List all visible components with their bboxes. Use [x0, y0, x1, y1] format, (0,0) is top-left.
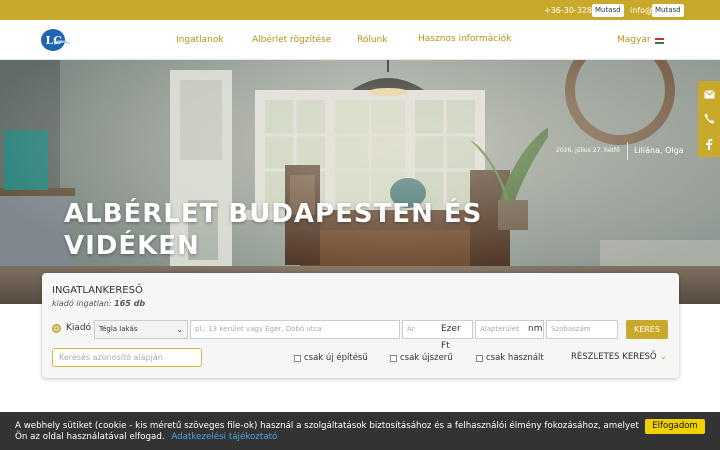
hero-background-image — [0, 60, 720, 304]
svg-text:LC: LC — [46, 34, 63, 47]
date-separator — [627, 142, 628, 160]
location-input[interactable]: pl.: 13 kerület vagy Eger, Dobó utca — [190, 320, 400, 339]
search-title: INGATLANKERESŐ — [52, 285, 143, 296]
chevron-down-icon: ⌄ — [176, 325, 183, 334]
nav-item-rolunk[interactable]: Rólunk — [357, 35, 387, 45]
facebook-icon[interactable] — [698, 131, 720, 157]
phone-number: +36-30-328 — [544, 6, 593, 15]
area-input[interactable]: Alapterület nm — [475, 320, 544, 339]
like-new-checkbox[interactable] — [390, 355, 397, 362]
mail-icon[interactable] — [698, 81, 720, 107]
property-type-select[interactable]: Tégla lakás ⌄ — [94, 320, 188, 339]
site-logo[interactable]: LC — [40, 28, 72, 52]
top-bar: +36-30-328 Mutasd info@ Mutasd — [0, 0, 720, 20]
nav-item-hasznos-informaciok[interactable]: Hasznos információk — [418, 34, 511, 44]
name-day: Liliána, Olga — [634, 146, 684, 155]
hero-title: ALBÉRLET BUDAPESTEN ÉS VIDÉKEN — [64, 199, 483, 261]
property-type-value: Tégla lakás — [99, 325, 138, 333]
property-search-panel: INGATLANKERESŐ kiadó ingatlan: 165 db Ki… — [42, 273, 679, 378]
new-build-label[interactable]: csak új építésű — [304, 353, 368, 363]
rooms-input[interactable]: Szobaszám — [546, 320, 618, 339]
listing-count-label: kiadó ingatlan: — [52, 299, 112, 308]
price-input[interactable]: Ár Ezer Ft — [402, 320, 473, 351]
like-new-label[interactable]: csak újszerű — [400, 353, 453, 363]
accept-cookies-button[interactable]: Elfogadom — [645, 419, 705, 434]
listing-count-value: 165 db — [114, 299, 146, 308]
email-address: info@ — [630, 6, 654, 15]
listing-count: kiadó ingatlan: 165 db — [52, 299, 145, 308]
nav-item-ingatlanok[interactable]: Ingatlanok — [176, 35, 224, 45]
used-checkbox[interactable] — [476, 355, 483, 362]
cookie-text-line2-text: Ön az oldal használatával elfogad. — [15, 432, 165, 442]
area-unit: nm — [528, 324, 543, 334]
search-button[interactable]: KERES — [626, 320, 668, 339]
mode-radio[interactable] — [52, 324, 61, 333]
main-nav: LC Ingatlanok Albérlet rögzítése Rólunk … — [0, 20, 720, 60]
price-unit: Ezer Ft — [441, 324, 461, 351]
price-placeholder: Ár — [407, 325, 415, 333]
show-phone-button[interactable]: Mutasd — [592, 4, 624, 17]
hungarian-flag-icon — [655, 38, 664, 44]
area-placeholder: Alapterület — [480, 325, 519, 333]
detailed-search-toggle[interactable]: RÉSZLETES KERESŐ ⌄ — [571, 352, 667, 362]
phone-icon[interactable] — [698, 105, 720, 131]
cookie-banner: A webhely sütiket (cookie - kis méretű s… — [0, 412, 720, 450]
new-build-checkbox[interactable] — [294, 355, 301, 362]
hero-banner: 2026. július 27. hétfő Liliána, Olga ALB… — [0, 60, 720, 304]
cookie-text-line1: A webhely sütiket (cookie - kis méretű s… — [15, 421, 639, 431]
used-label[interactable]: csak használt — [486, 353, 544, 363]
nav-item-alberlet-rogzitese[interactable]: Albérlet rögzítése — [252, 35, 331, 45]
cookie-text-line2: Ön az oldal használatával elfogad. Adatk… — [15, 432, 277, 442]
chevron-down-icon: ⌄ — [659, 352, 668, 362]
language-selector[interactable]: Magyar — [617, 35, 651, 45]
privacy-policy-link[interactable]: Adatkezelési tájékoztató — [171, 432, 277, 442]
id-search-input[interactable]: Keresés azonosító alapján — [52, 348, 202, 367]
detailed-search-label: RÉSZLETES KERESŐ — [571, 352, 657, 362]
mode-radio-label[interactable]: Kiadó — [66, 323, 91, 333]
show-email-button[interactable]: Mutasd — [652, 4, 684, 17]
current-date: 2026. július 27. hétfő — [556, 147, 620, 154]
